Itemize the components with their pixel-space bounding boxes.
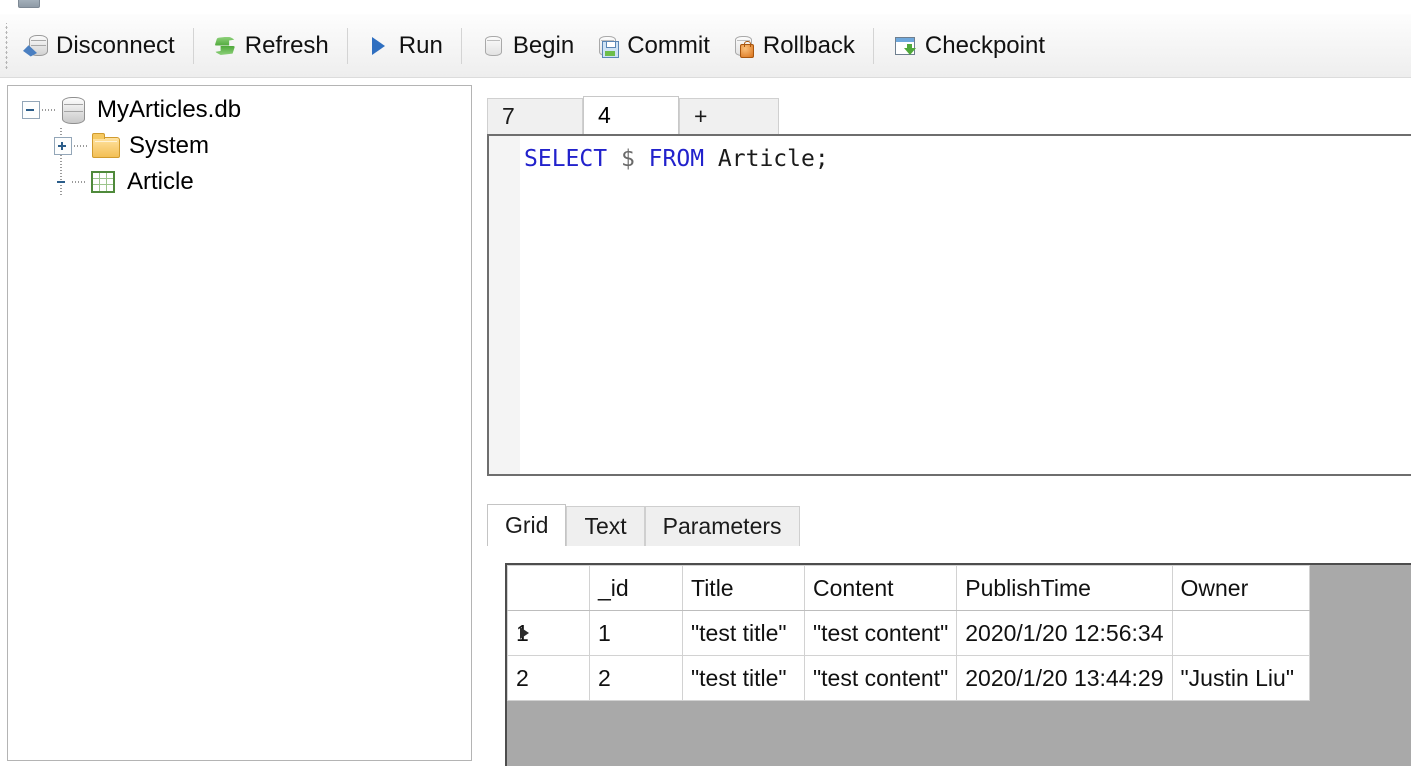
sql-keyword-from: FROM xyxy=(648,146,705,172)
cell-title-row2[interactable]: "test title" xyxy=(682,655,805,701)
column-header-publishtime[interactable]: PublishTime xyxy=(956,565,1173,611)
tree-item-article-label: Article xyxy=(127,168,194,195)
table-icon xyxy=(88,168,118,196)
disconnect-label: Disconnect xyxy=(56,31,175,59)
column-header-title[interactable]: Title xyxy=(682,565,805,611)
cell-publishtime-row1[interactable]: 2020/1/20 12:56:34 xyxy=(956,610,1173,656)
column-header-id[interactable]: _id xyxy=(589,565,683,611)
toolbar-drag-handle[interactable] xyxy=(4,22,9,69)
sql-keyword-select: SELECT xyxy=(524,146,608,172)
run-button[interactable]: Run xyxy=(356,23,453,69)
checkpoint-label: Checkpoint xyxy=(924,31,1045,59)
table-row[interactable]: 1 1 "test title" "test content" 2020/1/2… xyxy=(507,610,1310,656)
checkpoint-button[interactable]: Checkpoint xyxy=(882,23,1055,69)
results-table: _id Title Content PublishTime Owner 1 1 … xyxy=(507,565,1310,701)
folder-icon xyxy=(90,132,120,160)
tab-parameters[interactable]: Parameters xyxy=(644,506,800,546)
tree-item-database-label: MyArticles.db xyxy=(97,96,242,123)
editor-tab-4-label: 4 xyxy=(598,102,611,128)
run-label: Run xyxy=(398,31,443,59)
sql-token-dollar: $ xyxy=(620,146,635,172)
toolbar-separator-1 xyxy=(192,27,194,64)
refresh-label: Refresh xyxy=(244,31,329,59)
column-header-content[interactable]: Content xyxy=(803,565,958,611)
commit-label: Commit xyxy=(627,31,710,59)
tab-text[interactable]: Text xyxy=(566,506,645,546)
tab-parameters-label: Parameters xyxy=(662,513,782,539)
tree-item-system[interactable]: System xyxy=(8,128,471,164)
sql-editor-text[interactable]: SELECT $ FROM Article; xyxy=(520,144,1411,474)
sql-editor[interactable]: SELECT $ FROM Article; xyxy=(487,134,1411,476)
tree-dotline xyxy=(72,181,86,183)
editor-gutter xyxy=(489,136,520,474)
database-tree-panel: MyArticles.db System Article xyxy=(7,85,472,761)
tree-item-system-label: System xyxy=(129,132,210,159)
tree-collapse-toggle-icon[interactable] xyxy=(22,101,40,119)
editor-new-tab-button[interactable]: + xyxy=(679,98,779,134)
results-grid[interactable]: _id Title Content PublishTime Owner 1 1 … xyxy=(505,563,1411,766)
tree-item-article[interactable]: Article xyxy=(8,164,471,200)
rollback-icon xyxy=(730,33,756,59)
commit-button[interactable]: Commit xyxy=(584,23,720,69)
tree-expand-toggle-icon[interactable] xyxy=(54,137,72,155)
main-toolbar: Disconnect Refresh Run Begin Commit Roll… xyxy=(0,14,1411,78)
cell-id-row1[interactable]: 1 xyxy=(589,610,683,656)
table-header-row: _id Title Content PublishTime Owner xyxy=(507,565,1310,611)
database-icon xyxy=(58,96,88,124)
begin-transaction-icon xyxy=(480,33,506,59)
table-row[interactable]: 2 2 "test title" "test content" 2020/1/2… xyxy=(507,655,1310,701)
refresh-button[interactable]: Refresh xyxy=(202,23,339,69)
cell-owner-row1[interactable] xyxy=(1171,610,1310,656)
editor-tab-7[interactable]: 7 xyxy=(487,98,583,134)
editor-tab-7-label: 7 xyxy=(502,103,515,129)
tree-dotline xyxy=(74,145,88,147)
toolbar-separator-3 xyxy=(460,27,462,64)
begin-label: Begin xyxy=(512,31,575,59)
cell-id-row2[interactable]: 2 xyxy=(589,655,683,701)
tree-dotline xyxy=(42,109,56,111)
row-number-2: 2 xyxy=(516,664,529,691)
results-tab-bar: Grid Text Parameters xyxy=(487,504,1411,546)
cell-content-row2[interactable]: "test content" xyxy=(803,655,958,701)
toolbar-separator-2 xyxy=(346,27,348,64)
rollback-label: Rollback xyxy=(762,31,855,59)
editor-tab-4[interactable]: 4 xyxy=(583,96,679,134)
current-row-caret-icon xyxy=(520,627,529,639)
run-icon xyxy=(366,33,392,59)
cell-owner-row2[interactable]: "Justin Liu" xyxy=(1171,655,1310,701)
editor-tab-bar: 7 4 + xyxy=(487,96,1411,134)
tab-text-label: Text xyxy=(584,513,627,539)
sql-table-reference: Article; xyxy=(704,146,829,172)
tab-grid[interactable]: Grid xyxy=(487,504,567,546)
toolbar-separator-4 xyxy=(872,27,874,64)
rollback-button[interactable]: Rollback xyxy=(720,23,865,69)
begin-button[interactable]: Begin xyxy=(470,23,584,69)
tree-leaf-spacer xyxy=(54,174,70,190)
cell-content-row1[interactable]: "test content" xyxy=(803,610,958,656)
tab-grid-label: Grid xyxy=(505,512,549,538)
application-window: Disconnect Refresh Run Begin Commit Roll… xyxy=(0,0,1411,766)
checkpoint-icon xyxy=(892,33,918,59)
cell-publishtime-row2[interactable]: 2020/1/20 13:44:29 xyxy=(956,655,1173,701)
commit-icon xyxy=(594,33,620,59)
window-top-strip xyxy=(0,0,1411,14)
row-header-1[interactable]: 1 xyxy=(507,610,590,656)
column-header-owner[interactable]: Owner xyxy=(1171,565,1310,611)
plus-icon: + xyxy=(694,103,708,129)
refresh-icon xyxy=(212,33,238,59)
clipped-titlebar-icon xyxy=(18,0,40,8)
column-header-rownum[interactable] xyxy=(507,565,590,611)
disconnect-icon xyxy=(23,33,49,59)
tree-item-database[interactable]: MyArticles.db xyxy=(8,92,471,128)
disconnect-button[interactable]: Disconnect xyxy=(13,23,185,69)
cell-title-row1[interactable]: "test title" xyxy=(682,610,805,656)
row-header-2[interactable]: 2 xyxy=(507,655,590,701)
